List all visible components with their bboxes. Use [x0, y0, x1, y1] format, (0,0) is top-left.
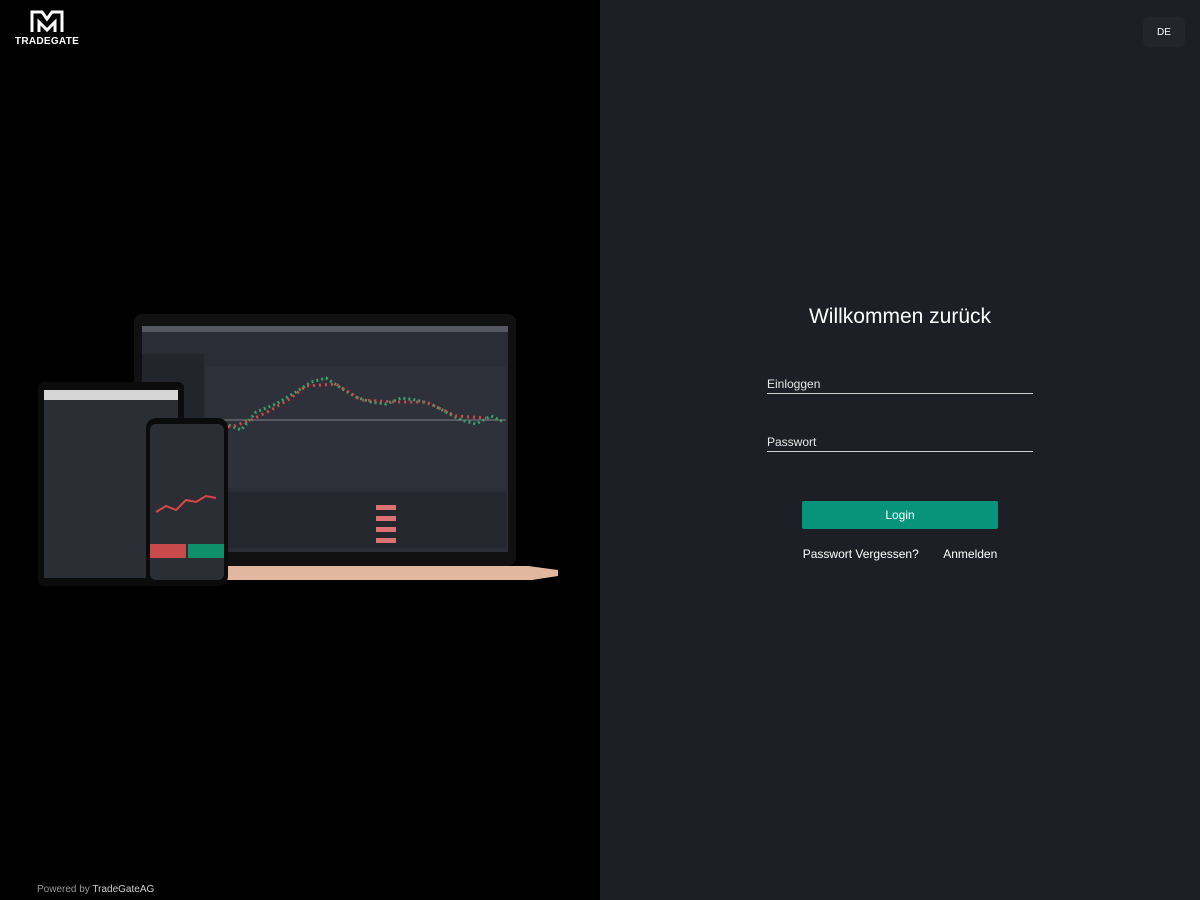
left-panel: TRADEGATE Powered by TradeGateAG — [0, 0, 600, 900]
login-panel: DE Willkommen zurück Login Passwort Verg… — [600, 0, 1200, 900]
powered-prefix: Powered by — [37, 884, 93, 895]
username-field[interactable] — [767, 374, 1033, 394]
password-input[interactable] — [767, 432, 1033, 452]
device-mockup-image — [38, 314, 558, 586]
welcome-heading: Willkommen zurück — [808, 305, 992, 328]
brand-logo[interactable]: TRADEGATE — [14, 10, 80, 47]
powered-by-text: Powered by TradeGateAG — [37, 884, 154, 895]
language-selector-button[interactable]: DE — [1143, 17, 1185, 47]
login-button[interactable]: Login — [802, 501, 998, 529]
tradegate-logo-icon — [30, 10, 64, 33]
brand-name: TRADEGATE — [14, 36, 80, 47]
username-input[interactable] — [767, 374, 1033, 394]
register-link[interactable]: Anmelden — [943, 547, 997, 561]
powered-company[interactable]: TradeGateAG — [92, 884, 154, 895]
password-field[interactable] — [767, 432, 1033, 452]
forgot-password-link[interactable]: Passwort Vergessen? — [803, 547, 919, 561]
auth-links: Passwort Vergessen? Anmelden — [600, 545, 1200, 563]
